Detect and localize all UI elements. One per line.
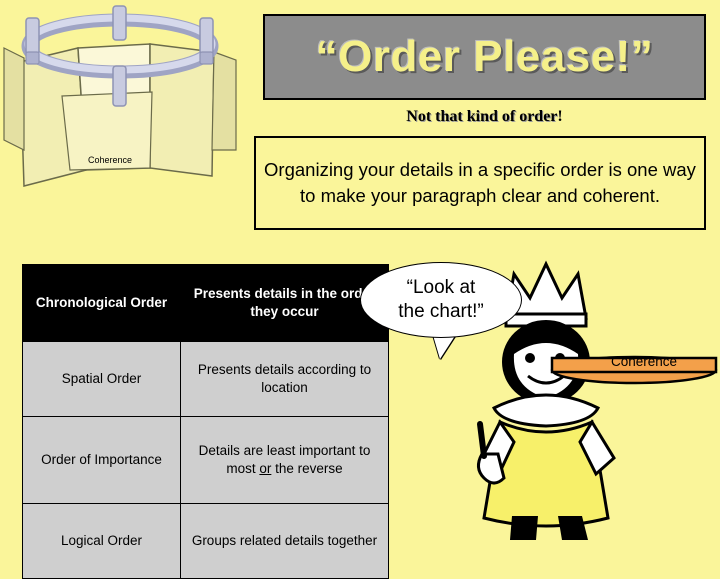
table-row: Spatial Order Presents details according… <box>22 341 389 417</box>
table-cell-order: Order of Importance <box>22 416 181 504</box>
page-title: “Order Please!” <box>315 32 654 81</box>
table-header-order: Chronological Order <box>22 264 181 342</box>
table-cell-order: Spatial Order <box>22 341 181 417</box>
speech-bubble: “Look at the chart!” <box>360 262 522 338</box>
table-row: Logical Order Groups related details tog… <box>22 503 389 579</box>
speech-line-2: the chart!” <box>398 301 484 322</box>
subtitle-bold-text: Not that kind of order <box>406 108 558 125</box>
statement-text: Organizing your details in a specific or… <box>264 158 696 206</box>
table-row: Chronological Order Presents details in … <box>22 264 389 342</box>
collar-shape <box>491 393 601 428</box>
order-types-table: Chronological Order Presents details in … <box>22 264 389 579</box>
table-row: Order of Importance Details are least im… <box>22 416 389 504</box>
table-cell-description: Groups related details together <box>180 503 389 579</box>
table-cell-order: Logical Order <box>22 503 181 579</box>
description-underlined-or: or <box>259 461 272 476</box>
leg-left-shape <box>510 516 538 540</box>
title-banner: “Order Please!” <box>263 14 706 100</box>
description-post: the reverse <box>271 461 343 476</box>
hanging-files-illustration <box>0 0 270 250</box>
table-cell-description: Presents details according to location <box>180 341 389 417</box>
coherence-label-left: Coherence <box>88 155 133 165</box>
speech-bubble-text: “Look at the chart!” <box>398 276 484 324</box>
subtitle: Not that kind of order! <box>263 108 706 126</box>
coherence-label-right: Coherence <box>611 354 678 369</box>
eye-left-icon <box>525 353 535 363</box>
speech-line-1: “Look at <box>406 277 476 299</box>
table-header-description: Presents details in the order they occur <box>180 264 389 342</box>
statement-box: Organizing your details in a specific or… <box>254 136 706 230</box>
table-cell-description: Details are least important to most or t… <box>180 416 389 504</box>
subtitle-end-text: ! <box>557 108 563 125</box>
